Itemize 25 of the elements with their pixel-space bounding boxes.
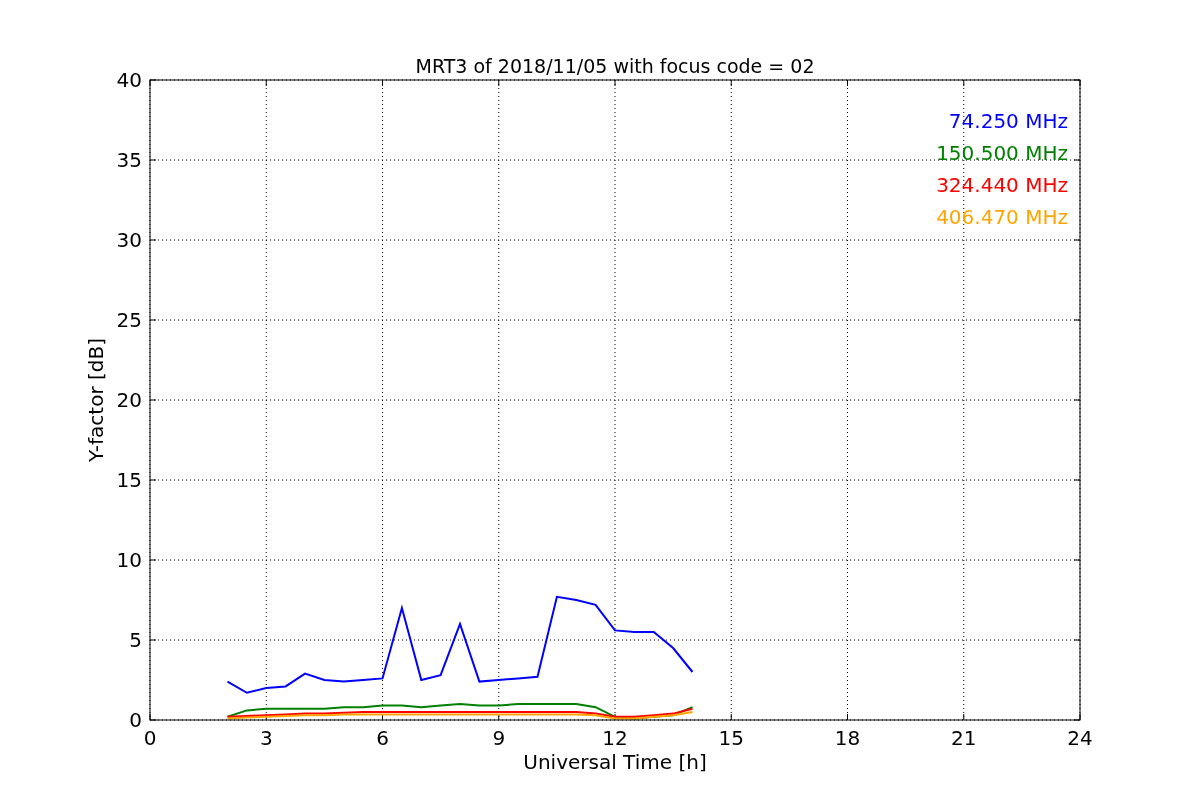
y-axis-label: Y-factor [dB] — [84, 338, 108, 462]
chart-title: MRT3 of 2018/11/05 with focus code = 02 — [415, 55, 815, 77]
legend-label: 324.440 MHz — [936, 173, 1068, 197]
tick-label: 5 — [129, 628, 142, 652]
tick-label: 15 — [718, 726, 744, 750]
tick-label: 6 — [376, 726, 389, 750]
x-axis-label: Universal Time [h] — [523, 750, 707, 774]
tick-label: 10 — [116, 548, 142, 572]
tick-label: 35 — [116, 148, 142, 172]
tick-label: 30 — [116, 228, 142, 252]
tick-label: 18 — [834, 726, 861, 750]
tick-label: 0 — [143, 726, 157, 750]
tick-label: 9 — [492, 726, 506, 750]
tick-label: 0 — [129, 708, 142, 732]
legend-label: 150.500 MHz — [936, 141, 1068, 165]
tick-label: 40 — [116, 68, 142, 92]
tick-label: 20 — [116, 388, 142, 412]
tick-label: 21 — [951, 726, 977, 750]
legend-label: 406.470 MHz — [936, 205, 1068, 229]
tick-label: 24 — [1067, 726, 1093, 750]
tick-label: 15 — [116, 468, 142, 492]
tick-label: 12 — [602, 726, 628, 750]
tick-label: 25 — [116, 308, 142, 332]
tick-label: 3 — [259, 726, 273, 750]
legend-label: 74.250 MHz — [948, 109, 1068, 133]
